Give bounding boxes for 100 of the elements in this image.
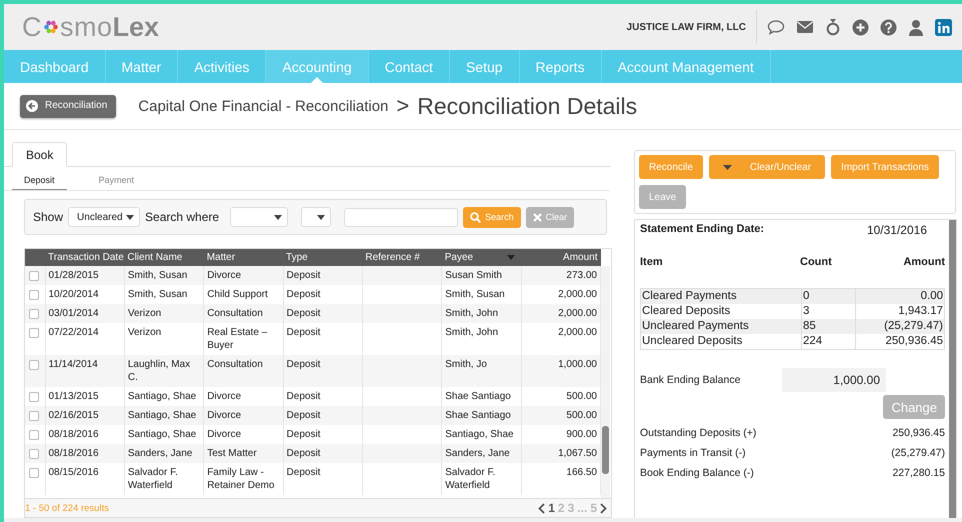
table-cell: Smith, Susan [445, 289, 505, 300]
table-cell: Susan Smith [445, 270, 502, 281]
table-cell: Deposit [286, 359, 320, 370]
show-dropdown[interactable]: Uncleared [68, 207, 140, 227]
next-page-icon[interactable] [600, 502, 607, 514]
table-cell: 1,000.00 [558, 359, 597, 370]
ring-icon[interactable] [825, 18, 841, 36]
pointer-icon [311, 77, 324, 83]
subtab[interactable]: Payment [86, 172, 146, 190]
linkedin-icon[interactable] [935, 18, 952, 36]
row-checkbox[interactable] [29, 271, 39, 281]
back-button[interactable]: Reconciliation [20, 94, 116, 118]
column-header[interactable]: Type [286, 252, 308, 263]
row-checkbox[interactable] [29, 360, 39, 370]
results-count: 1 - 50 of 224 results [25, 502, 109, 514]
nav-item[interactable]: Setup [450, 50, 520, 83]
table-cell: Divorce [207, 429, 242, 440]
breadcrumb-link[interactable]: Capital One Financial - Reconciliation [138, 98, 388, 114]
page-link[interactable]: 1 [548, 501, 555, 515]
table-cell: Deposit [286, 270, 320, 281]
change-button[interactable]: Change [883, 395, 945, 419]
table-cell: Verizon [128, 308, 162, 319]
table-cell: Family Law - Retainer Demo [207, 467, 274, 491]
logo-text: C [22, 12, 42, 42]
row-checkbox[interactable] [29, 449, 39, 459]
nav-item[interactable]: Reports [520, 50, 602, 83]
table-cell: 01/13/2015 [48, 391, 99, 402]
page-link[interactable]: 5 [590, 501, 597, 515]
total-value: 250,936.45 [892, 427, 945, 439]
scrollbar-thumb[interactable] [602, 426, 609, 474]
table-cell: Real Estate – Buyer [207, 327, 268, 351]
help-icon[interactable] [880, 18, 897, 36]
table-cell: Laughlin, Max C. [128, 359, 190, 383]
total-label: Book Ending Balance (-) [640, 467, 754, 479]
column-header: Item [640, 256, 664, 270]
nav-item[interactable]: Contact [368, 50, 450, 83]
row-checkbox[interactable] [29, 430, 39, 440]
operator-dropdown[interactable] [301, 207, 332, 227]
table-cell: Santiago, Shae [128, 429, 196, 440]
search-field[interactable] [344, 208, 458, 226]
filter-label: Search where [145, 210, 220, 224]
search-icon [470, 212, 482, 222]
caret-icon [273, 214, 284, 220]
plus-circle-icon[interactable] [852, 18, 869, 36]
action-button[interactable]: Reconcile [639, 155, 703, 179]
logo-text: Lex [112, 12, 160, 42]
row-checkbox[interactable] [29, 309, 39, 319]
logo-text: smo [60, 12, 113, 42]
prev-page-icon[interactable] [538, 502, 546, 514]
column-header: Count [800, 256, 833, 270]
row-checkbox[interactable] [29, 290, 39, 300]
search-button[interactable]: Search [463, 206, 521, 228]
row-checkbox[interactable] [29, 328, 39, 338]
table-cell: 500.00 [566, 391, 597, 402]
action-button[interactable]: Import Transactions [831, 155, 939, 179]
user-icon[interactable] [908, 18, 924, 36]
table-cell: 01/28/2015 [48, 270, 99, 281]
table-cell: Divorce [207, 270, 242, 281]
table-cell: Smith, Susan [128, 270, 188, 281]
leave-button[interactable]: Leave [639, 185, 686, 209]
nav-item[interactable]: Account Management [602, 50, 771, 83]
page-link[interactable]: 3 [568, 501, 574, 515]
page-link[interactable]: 2 [558, 501, 565, 515]
table-cell: Smith, Jo [445, 359, 487, 370]
clear-button[interactable]: Clear [526, 206, 574, 228]
table-cell: Divorce [207, 410, 242, 421]
nav-item[interactable]: Accounting [266, 50, 369, 83]
table-cell: Deposit [286, 448, 320, 459]
table-cell: Salvador F. Waterfield [445, 467, 496, 491]
action-button[interactable]: Clear/Unclear [708, 155, 826, 179]
table-cell: Deposit [286, 467, 320, 478]
row-checkbox[interactable] [29, 468, 39, 478]
field-dropdown[interactable] [230, 207, 288, 227]
table-cell: 08/18/2016 [48, 448, 99, 459]
summary-cell: 0.00 [855, 289, 944, 304]
total-value: 227,280.15 [892, 467, 945, 479]
mail-icon[interactable] [796, 20, 814, 34]
summary-cell-text: Cleared Deposits [641, 304, 732, 319]
row-checkbox[interactable] [29, 392, 39, 402]
tab[interactable]: Book [12, 142, 68, 167]
column-header: Amount [902, 256, 945, 270]
table-cell: 166.50 [566, 467, 597, 478]
chat-icon[interactable] [767, 19, 785, 35]
summary-cell: (25,279.47) [855, 319, 944, 334]
table-cell: 2,000.00 [558, 327, 597, 338]
scrollbar-thumb[interactable] [949, 220, 956, 518]
summary-cell-text: Cleared Payments [641, 289, 738, 304]
summary-cell-text: Uncleared Payments [641, 319, 750, 334]
table-cell: Divorce [207, 391, 242, 402]
nav-item[interactable]: Dashboard [4, 50, 106, 83]
table-cell: 2,000.00 [558, 289, 597, 300]
row-checkbox[interactable] [29, 411, 39, 421]
subtab[interactable]: Deposit [12, 172, 67, 190]
table-cell: Test Matter [207, 448, 257, 459]
page-link[interactable]: ... [577, 501, 588, 515]
table-cell: 273.00 [566, 270, 597, 281]
table-cell: Child Support [207, 289, 268, 300]
total-label: Outstanding Deposits (+) [640, 427, 756, 439]
table-cell: Deposit [286, 289, 320, 300]
nav-item[interactable]: Matter [106, 50, 178, 83]
